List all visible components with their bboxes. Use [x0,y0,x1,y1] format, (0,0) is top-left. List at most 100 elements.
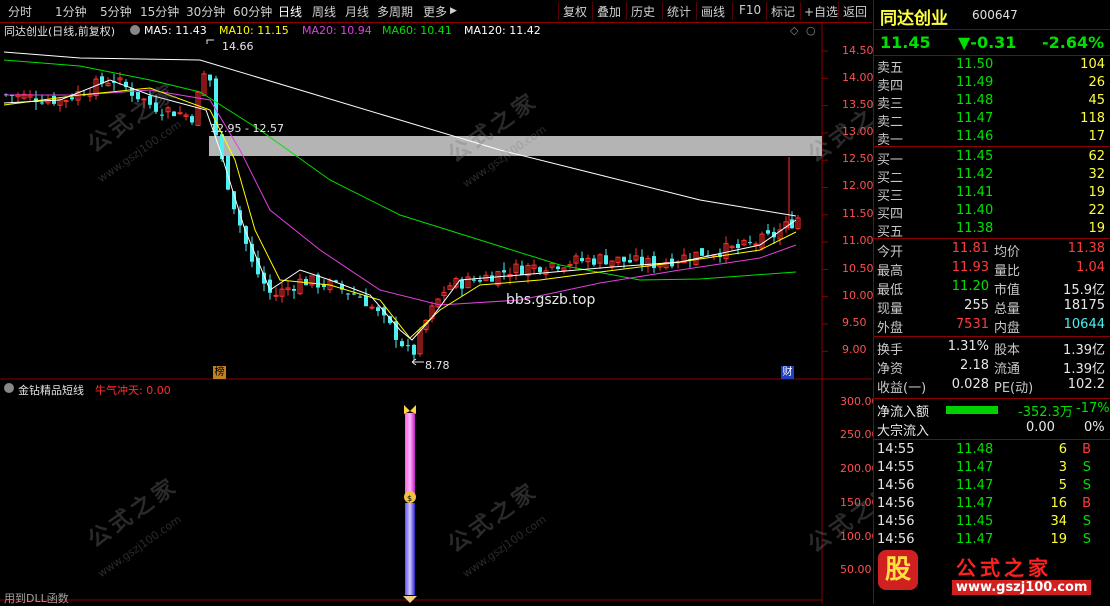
candle-body [40,102,44,104]
candle-body [358,296,362,298]
tick-volume: 3 [1058,460,1067,475]
bid-row[interactable]: 买五 11.38 19 [874,221,1110,240]
candle-body [753,243,759,246]
price-tick: 14.00 [842,71,874,84]
tick-price: 11.47 [956,460,994,475]
candle-body [406,345,410,347]
candle-body [472,279,476,281]
stat-row: 最低 11.20 市值 15.9亿 [874,279,1110,298]
ask-row[interactable]: 卖五 11.50 104 [874,57,1110,76]
ask-row[interactable]: 卖三 11.48 45 [874,93,1110,112]
tick-price: 11.47 [956,496,994,511]
price-tick: 14.50 [842,44,874,57]
candle-body [652,256,656,269]
tick-side: B [1082,496,1091,511]
tick-price: 11.47 [956,478,994,493]
high-pointer-icon [206,39,214,44]
stat-row: 现量 255 总量 18175 [874,298,1110,317]
ask-volume: 104 [1080,57,1105,72]
ask-volume: 45 [1088,93,1105,108]
tick-time: 14:56 [877,478,915,493]
price-tick: 9.50 [842,316,867,329]
last-price: 11.45 [880,33,931,52]
finance-marker[interactable]: 财 [781,366,794,379]
stat-value: 1.39亿 [1063,362,1105,377]
tick-time: 14:55 [877,460,915,475]
candle-body [460,279,464,289]
watermark-url: bbs.gszb.top [506,292,596,308]
tick-volume: 34 [1050,514,1067,529]
bid-volume: 19 [1088,185,1105,200]
bid-level-label: 买一 [877,153,904,168]
candle-body [208,74,212,81]
ask-row[interactable]: 卖二 11.47 118 [874,111,1110,130]
logo-stock-icon: 股 [878,550,918,590]
bid-row[interactable]: 买一 11.45 62 [874,149,1110,168]
scroll-diamond-icon[interactable]: ◇ [790,24,798,37]
ask-price: 11.48 [956,93,994,108]
stat-label: 外盘 [877,321,904,336]
price-change: ▼-0.31 [958,33,1017,52]
bid-volume: 32 [1088,167,1105,182]
candle-body [273,294,279,297]
netflow-pct: -17% [1076,401,1110,416]
ma20-label: MA20: 10.94 [302,24,372,37]
ask-level-label: 卖四 [877,79,904,94]
indicator-options-icon[interactable] [4,383,14,393]
candle-body [580,258,584,262]
tick-time: 14:56 [877,532,915,547]
indicator-bar-top [405,413,415,497]
candle-body [748,242,752,244]
tick-side: S [1082,460,1091,475]
ask-level-label: 卖五 [877,61,904,76]
price-tick: 9.00 [842,343,867,356]
candle-body [640,256,644,266]
stock-name: 同达创业 [880,9,948,29]
ask-row[interactable]: 卖四 11.49 26 [874,75,1110,94]
bid-row[interactable]: 买三 11.41 19 [874,185,1110,204]
candle-body [478,280,482,282]
tick-time: 14:55 [877,442,915,457]
ma60-label: MA60: 10.41 [382,24,452,37]
tick-time: 14:56 [877,496,915,511]
price-tick: 12.00 [842,179,874,192]
stat-label: 最高 [877,264,904,279]
ask-price: 11.49 [956,75,994,90]
stat-row: 今开 11.81 均价 11.38 [874,241,1110,260]
stat-label: 股本 [994,343,1021,358]
stat-row: 外盘 7531 内盘 10644 [874,317,1110,336]
netflow-label: 净流入额 [877,405,930,420]
chart-close-icon[interactable]: ○ [806,24,816,37]
tick-price: 11.47 [956,532,994,547]
candle-body [736,244,740,249]
stat-value: 15.9亿 [1063,283,1105,298]
stat-value: 1.39亿 [1063,343,1105,358]
chart-options-icon[interactable] [130,25,140,35]
candle-body [567,264,573,267]
tick-row: 14:56 11.45 34 S [874,514,1110,532]
bid-level-label: 买二 [877,171,904,186]
bid-row[interactable]: 买四 11.40 22 [874,203,1110,222]
quote-panel: 同达创业 600647 11.45 ▼-0.31 -2.64% 卖五 11.50… [873,0,1110,604]
high-price-label: 14.66 [222,40,254,53]
stat-label: 量比 [994,264,1021,279]
logo-url: www.gszj100.com [952,580,1092,595]
bid-price: 11.42 [956,167,994,182]
ma5-label: MA5: 11.43 [144,24,207,37]
bid-volume: 22 [1088,203,1105,218]
ranking-marker[interactable]: 榜 [213,366,226,379]
ask-row[interactable]: 卖一 11.46 17 [874,129,1110,148]
candle-body [292,289,296,291]
logo-text: 公式之家 [956,556,1052,580]
stat-value: 255 [964,298,989,313]
tick-volume: 6 [1058,442,1067,457]
bid-row[interactable]: 买二 11.42 32 [874,167,1110,186]
tick-row: 14:56 11.47 5 S [874,478,1110,496]
ma120-label: MA120: 11.42 [464,24,541,37]
stat-value: 7531 [955,317,989,332]
bid-price: 11.41 [956,185,994,200]
stat-value: 11.38 [1067,241,1105,256]
stat-value: 11.81 [951,241,989,256]
candle-body [538,267,542,273]
candle-body [628,260,632,263]
